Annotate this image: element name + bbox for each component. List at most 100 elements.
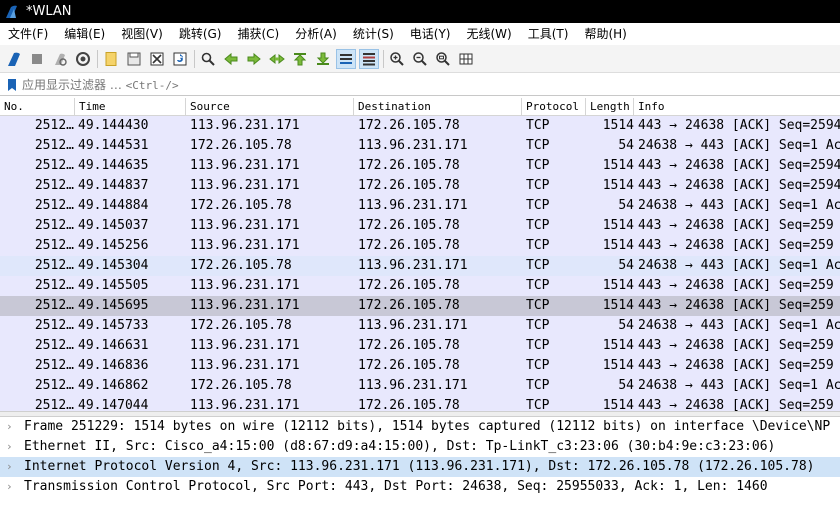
menu-wireless[interactable]: 无线(W) (459, 23, 520, 45)
packet-row[interactable]: 2512… 49.145733 172.26.105.78 113.96.231.17… (0, 316, 840, 336)
packet-row[interactable]: 2512… 49.145695 113.96.231.171 172.26.105.7… (0, 296, 840, 316)
detail-text: Frame 251229: 1514 bytes on wire (12112 … (24, 419, 831, 434)
find-packet-icon[interactable] (198, 49, 218, 69)
menu-help[interactable]: 帮助(H) (576, 23, 634, 45)
cell-no: 2512… (34, 298, 74, 313)
reload-file-icon[interactable] (170, 49, 190, 69)
cell-no: 2512… (34, 318, 74, 333)
packet-row[interactable]: 2512… 49.144837 113.96.231.171 172.26.105.7… (0, 176, 840, 196)
menu-view[interactable]: 视图(V) (113, 23, 171, 45)
column-header-info[interactable]: Info (634, 98, 840, 115)
menu-tools[interactable]: 工具(T) (520, 23, 577, 45)
expand-arrow-icon[interactable]: › (6, 417, 16, 437)
cell-info: 443 → 24638 [ACK] Seq=259 (638, 338, 834, 353)
cell-length: 54 (618, 138, 634, 153)
cell-info: 443 → 24638 [ACK] Seq=259 (638, 238, 834, 253)
resize-columns-icon[interactable] (456, 49, 476, 69)
window-title: *WLAN (26, 4, 72, 19)
cell-protocol: TCP (526, 158, 550, 173)
autoscroll-icon[interactable] (336, 48, 356, 69)
column-header-length[interactable]: Length (586, 98, 634, 115)
cell-destination: 172.26.105.78 (358, 298, 460, 313)
stop-capture-icon[interactable] (27, 49, 47, 69)
packet-row[interactable]: 2512… 49.144635 113.96.231.171 172.26.105.7… (0, 156, 840, 176)
menu-statistics[interactable]: 统计(S) (345, 23, 402, 45)
menu-file[interactable]: 文件(F) (0, 23, 56, 45)
packet-row[interactable]: 2512… 49.144884 172.26.105.78 113.96.231.17… (0, 196, 840, 216)
menu-go[interactable]: 跳转(G) (171, 23, 230, 45)
go-first-icon[interactable] (290, 49, 310, 69)
cell-info: 24638 → 443 [ACK] Seq=1 Ac (638, 378, 840, 393)
cell-source: 113.96.231.171 (190, 338, 300, 353)
packet-row[interactable]: 2512… 49.146862 172.26.105.78 113.96.231.17… (0, 376, 840, 396)
detail-tree-row[interactable]: › Transmission Control Protocol, Src Port… (0, 477, 840, 497)
menu-edit[interactable]: 编辑(E) (56, 23, 113, 45)
expand-arrow-icon[interactable]: › (6, 457, 16, 477)
detail-text: Ethernet II, Src: Cisco_a4:15:00 (d8:67:… (24, 439, 776, 454)
cell-no: 2512… (34, 118, 74, 133)
cell-protocol: TCP (526, 338, 550, 353)
normal-size-icon[interactable] (433, 49, 453, 69)
menu-capture[interactable]: 捕获(C) (229, 23, 287, 45)
cell-time: 49.147044 (78, 398, 149, 411)
packet-row[interactable]: 2512… 49.145037 113.96.231.171 172.26.105.7… (0, 216, 840, 236)
detail-text: Internet Protocol Version 4, Src: 113.96… (24, 459, 815, 474)
packet-row[interactable]: 2512… 49.144531 172.26.105.78 113.96.231.17… (0, 136, 840, 156)
column-header-source[interactable]: Source (186, 98, 354, 115)
cell-no: 2512… (34, 218, 74, 233)
go-forward-icon[interactable] (244, 49, 264, 69)
cell-time: 49.144884 (78, 198, 149, 213)
zoom-out-icon[interactable] (410, 49, 430, 69)
column-header-time[interactable]: Time (75, 98, 186, 115)
toolbar-divider (97, 49, 98, 68)
menu-analyze[interactable]: 分析(A) (287, 23, 345, 45)
cell-length: 54 (618, 198, 634, 213)
detail-tree-row[interactable]: › Internet Protocol Version 4, Src: 113.9… (0, 457, 840, 477)
cell-no: 2512… (34, 158, 74, 173)
filter-shortcut: <Ctrl-/> (125, 79, 179, 92)
packet-details: › Frame 251229: 1514 bytes on wire (12112… (0, 417, 840, 529)
cell-length: 1514 (602, 118, 634, 133)
colorize-icon[interactable] (359, 48, 379, 69)
column-header-protocol[interactable]: Protocol (522, 98, 586, 115)
cell-time: 49.145037 (78, 218, 149, 233)
go-to-packet-icon[interactable] (267, 49, 287, 69)
cell-protocol: TCP (526, 138, 550, 153)
packet-row[interactable]: 2512… 49.145304 172.26.105.78 113.96.231.17… (0, 256, 840, 276)
close-file-icon[interactable] (147, 49, 167, 69)
start-capture-icon[interactable] (4, 49, 24, 69)
expand-arrow-icon[interactable]: › (6, 477, 16, 497)
cell-protocol: TCP (526, 178, 550, 193)
detail-tree-row[interactable]: › Frame 251229: 1514 bytes on wire (12112… (0, 417, 840, 437)
go-last-icon[interactable] (313, 49, 333, 69)
packet-row[interactable]: 2512… 49.147044 113.96.231.171 172.26.105.7… (0, 396, 840, 411)
packet-row[interactable]: 2512… 49.145256 113.96.231.171 172.26.105.7… (0, 236, 840, 256)
cell-destination: 113.96.231.171 (358, 318, 468, 333)
packet-row[interactable]: 2512… 49.146631 113.96.231.171 172.26.105.7… (0, 336, 840, 356)
cell-protocol: TCP (526, 398, 550, 411)
save-file-icon[interactable] (124, 49, 144, 69)
cell-destination: 113.96.231.171 (358, 198, 468, 213)
column-header-destination[interactable]: Destination (354, 98, 522, 115)
capture-options-icon[interactable] (73, 49, 93, 69)
bookmark-icon[interactable] (6, 78, 18, 92)
menu-telephony[interactable]: 电话(Y) (402, 23, 459, 45)
packet-row[interactable]: 2512… 49.145505 113.96.231.171 172.26.105.7… (0, 276, 840, 296)
cell-source: 172.26.105.78 (190, 138, 292, 153)
cell-length: 1514 (602, 358, 634, 373)
cell-destination: 172.26.105.78 (358, 118, 460, 133)
cell-length: 1514 (602, 338, 634, 353)
go-back-icon[interactable] (221, 49, 241, 69)
cell-info: 443 → 24638 [ACK] Seq=259 (638, 218, 834, 233)
packet-row[interactable]: 2512… 49.144430 113.96.231.171 172.26.105.7… (0, 116, 840, 136)
cell-protocol: TCP (526, 198, 550, 213)
expand-arrow-icon[interactable]: › (6, 437, 16, 457)
packet-row[interactable]: 2512… 49.146836 113.96.231.171 172.26.105.7… (0, 356, 840, 376)
column-header-no[interactable]: No. (0, 98, 75, 115)
open-file-icon[interactable] (101, 49, 121, 69)
detail-tree-row[interactable]: › Ethernet II, Src: Cisco_a4:15:00 (d8:67… (0, 437, 840, 457)
restart-capture-icon[interactable] (50, 49, 70, 69)
zoom-in-icon[interactable] (387, 49, 407, 69)
cell-info: 443 → 24638 [ACK] Seq=2594 (638, 118, 840, 133)
display-filter-input[interactable]: 应用显示过滤器 … <Ctrl-/> (22, 76, 179, 93)
